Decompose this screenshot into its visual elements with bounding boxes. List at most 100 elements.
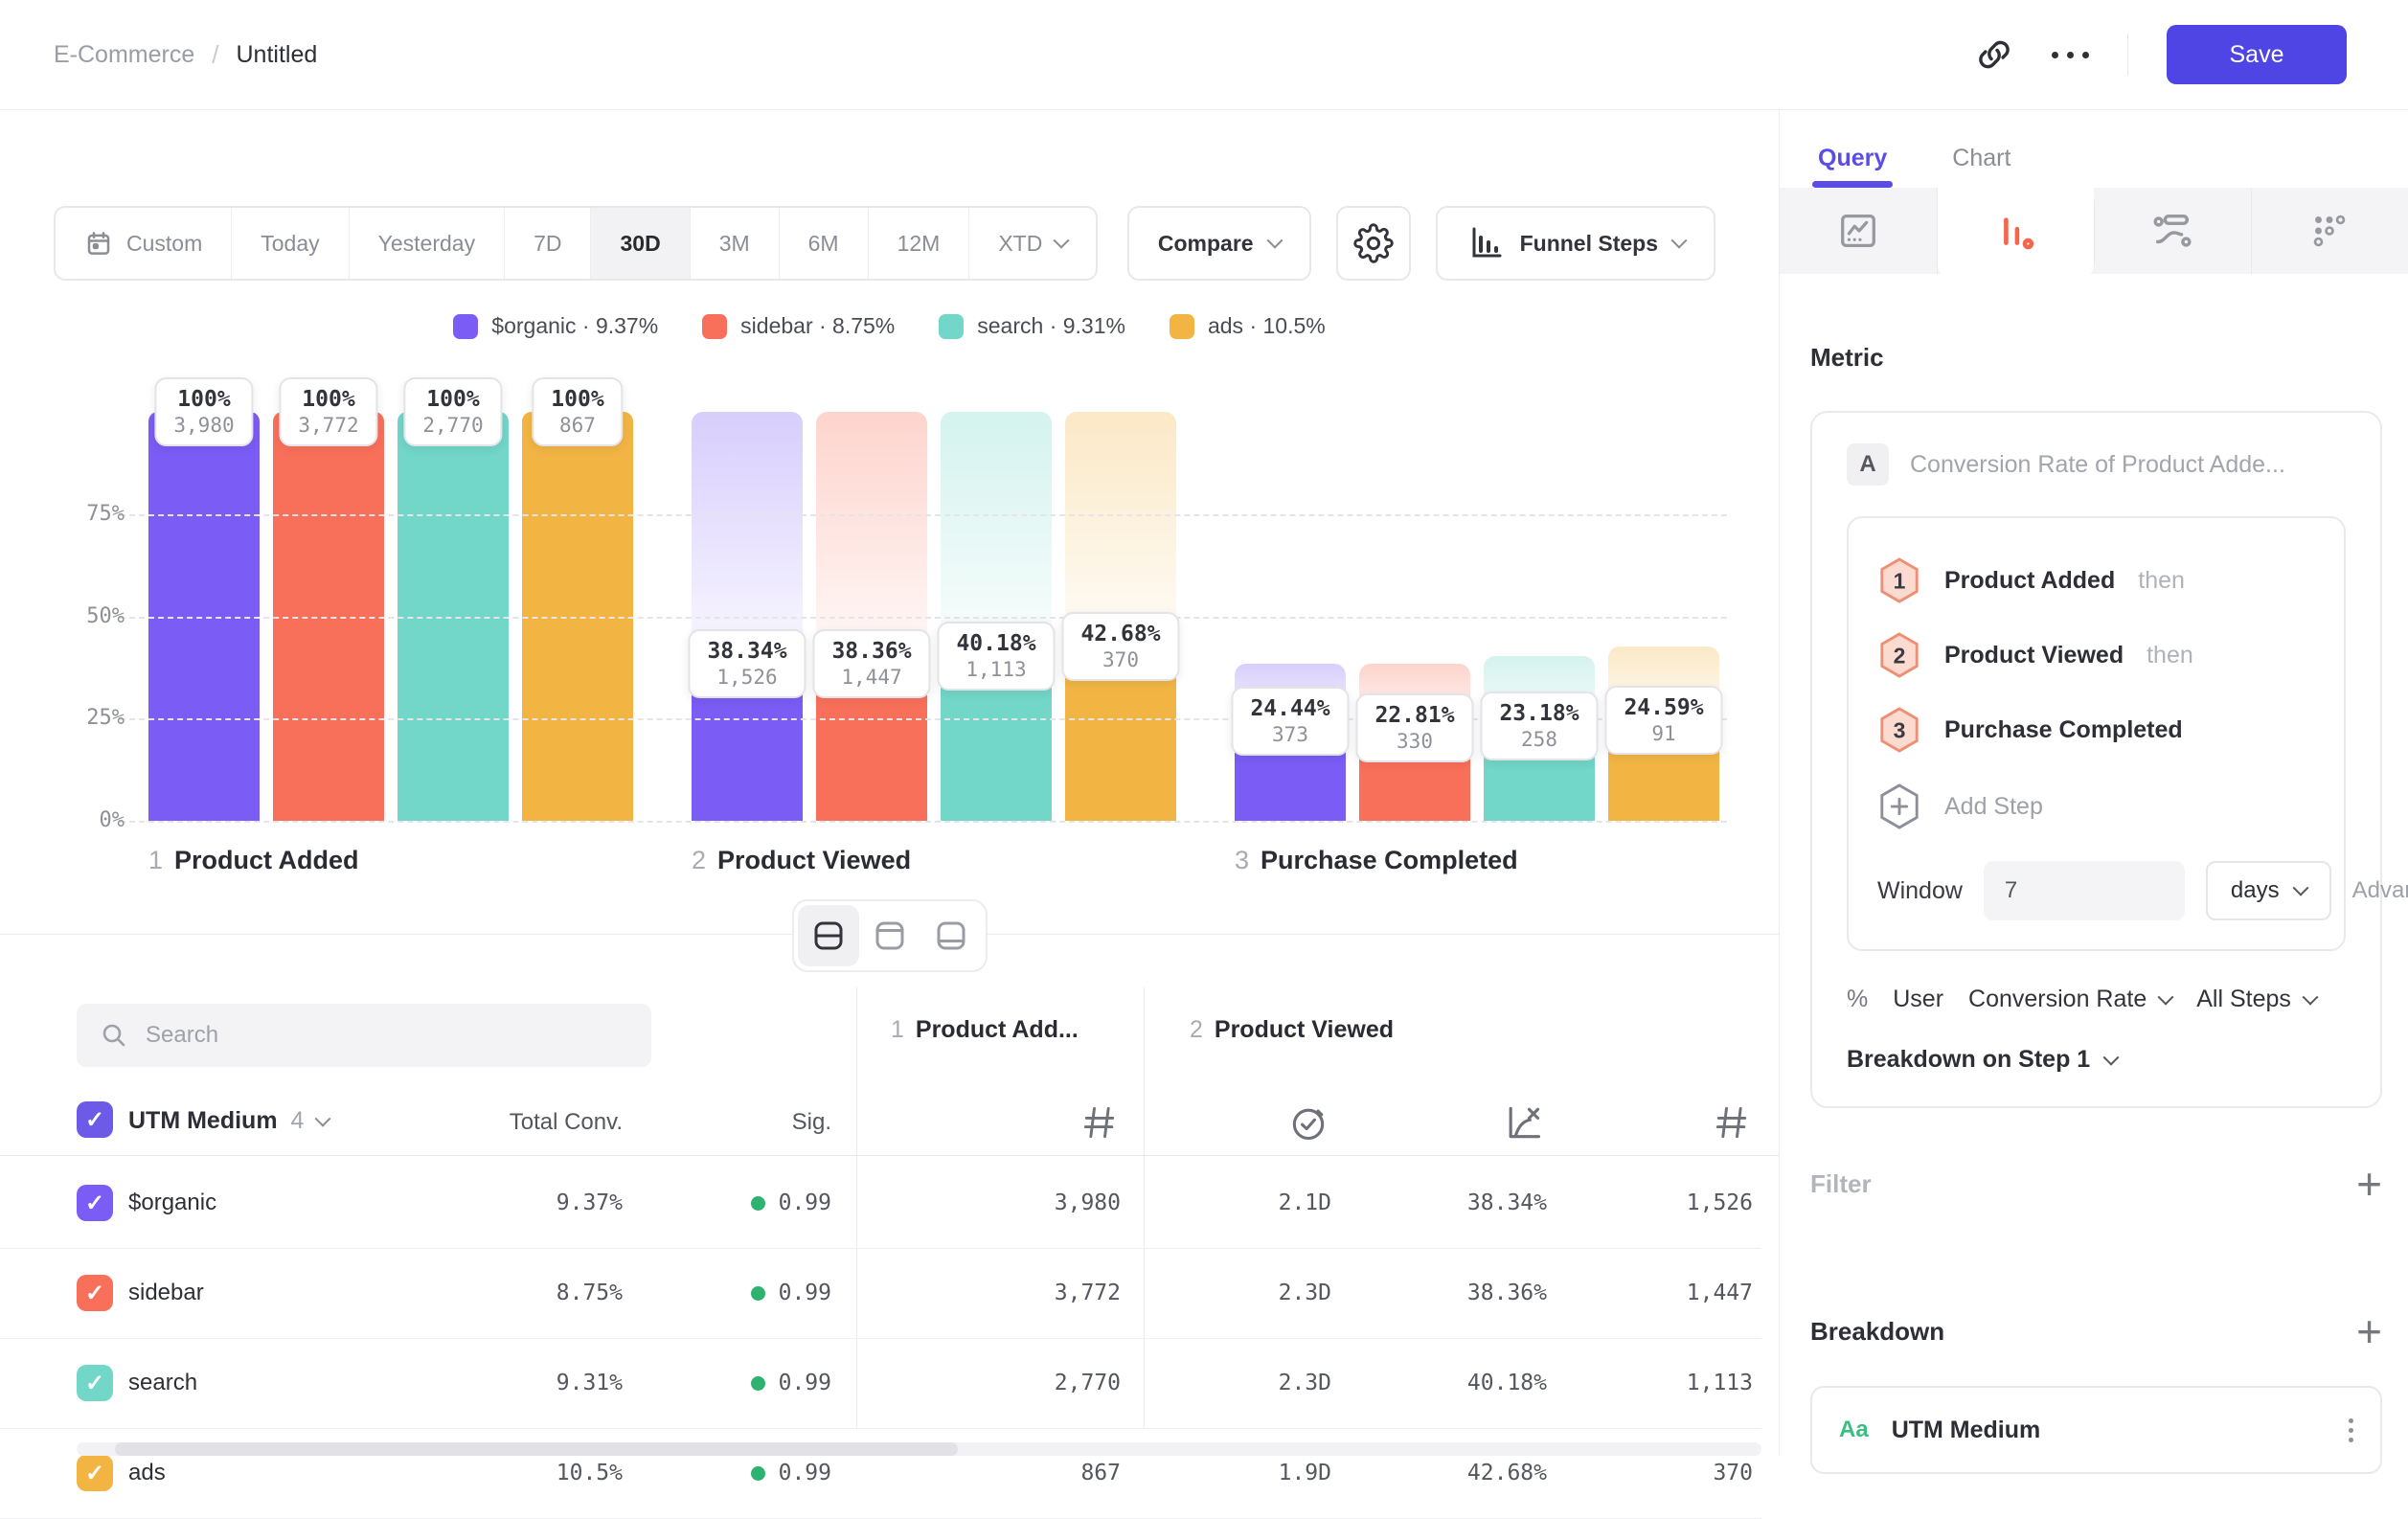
report-pane: Custom Today Yesterday 7D30D3M6M12MXTD Comp… — [0, 110, 1780, 1456]
cell-step1_count: 3,980 — [900, 1190, 1121, 1215]
cell-step2_count: 370 — [1566, 1461, 1753, 1485]
legend-label: search · 9.31% — [977, 313, 1125, 339]
share-link-button[interactable] — [1975, 35, 2013, 74]
cell-total_conv: 9.37% — [421, 1190, 623, 1215]
add-step-button[interactable]: Add Step — [1877, 767, 2315, 836]
funnel-steps-icon — [1466, 224, 1505, 262]
conversion-count: 258 — [1499, 728, 1579, 751]
total-conv-column-header[interactable]: Total Conv. — [421, 1109, 623, 1136]
funnel-bar-label: 42.68%370 — [1061, 612, 1179, 681]
report-type-retention[interactable] — [2252, 188, 2408, 274]
date-range-custom[interactable]: Custom — [56, 208, 231, 279]
row-name: ads — [128, 1460, 166, 1486]
funnel-bar-label: 38.34%1,526 — [688, 629, 806, 698]
cell-total_conv: 10.5% — [421, 1461, 623, 1485]
advanced-toggle[interactable]: Advanced — [2352, 877, 2408, 904]
breakdown-item[interactable]: Aa UTM Medium — [1810, 1386, 2382, 1474]
report-type-flows[interactable] — [2094, 188, 2252, 274]
step-hexagon-badge: 1 — [1877, 556, 1921, 604]
window-value-input[interactable] — [1984, 861, 2185, 920]
legend-item-search[interactable]: search · 9.31% — [939, 313, 1125, 339]
report-type-funnel[interactable] — [1938, 188, 2095, 280]
breakdown-on-select[interactable]: Breakdown on Step 1 — [1847, 1046, 2346, 1074]
chart-type-button[interactable]: Funnel Steps — [1436, 206, 1715, 281]
svg-text:2: 2 — [1894, 644, 1906, 669]
tab-chart[interactable]: Chart — [1952, 145, 2010, 188]
step-name: Product Viewed — [717, 846, 911, 875]
funnel-bar-label: 23.18%258 — [1480, 691, 1598, 760]
add-breakdown-button[interactable]: + — [2356, 1309, 2382, 1353]
metric-card: A Conversion Rate of Product Adde... 1Pr… — [1810, 411, 2382, 1108]
row-checkbox[interactable]: ✓ — [77, 1185, 113, 1221]
group-column-label[interactable]: UTM Medium — [128, 1107, 278, 1135]
breakdown-table: 1 Product Add... 2 Product Viewed ✓ UTM … — [0, 934, 1779, 1456]
date-range-today[interactable]: Today — [231, 208, 348, 279]
date-range-30d[interactable]: 30D — [590, 208, 689, 279]
date-range-label: Custom — [126, 231, 202, 257]
compare-button[interactable]: Compare — [1127, 206, 1311, 281]
breadcrumb-project[interactable]: E-Commerce — [54, 41, 194, 69]
date-range-label: Yesterday — [378, 231, 475, 257]
select-all-checkbox[interactable]: ✓ — [77, 1101, 113, 1138]
gridline-50 — [120, 617, 1727, 619]
chart-section: Custom Today Yesterday 7D30D3M6M12MXTD Comp… — [0, 110, 1779, 934]
legend-label: ads · 10.5% — [1208, 313, 1326, 339]
chevron-down-icon — [2292, 880, 2308, 896]
breadcrumb-page[interactable]: Untitled — [236, 41, 317, 69]
metric-step-3[interactable]: 3Purchase Completed — [1877, 692, 2315, 767]
filter-section: Filter + — [1810, 1162, 2382, 1206]
table-header-row: ✓ UTM Medium 4 Total Conv. Sig. — [0, 1088, 1779, 1155]
layout-split-button[interactable] — [798, 905, 859, 966]
add-filter-button[interactable]: + — [2356, 1162, 2382, 1206]
legend-item-ads[interactable]: ads · 10.5% — [1170, 313, 1326, 339]
legend-item-sidebar[interactable]: sidebar · 8.75% — [702, 313, 895, 339]
report-type-trend[interactable] — [1780, 188, 1938, 274]
tab-query[interactable]: Query — [1818, 145, 1887, 188]
metric-step-1[interactable]: 1Product Addedthen — [1877, 543, 2315, 618]
layout-table-only-button[interactable] — [920, 905, 982, 966]
measure-scope-select[interactable]: All Steps — [2196, 986, 2316, 1013]
breakdown-section: Breakdown + — [1810, 1309, 2382, 1353]
table-row-search[interactable]: ✓search9.31%0.992,7702.3D40.18%1,113 — [0, 1338, 1779, 1428]
date-range-3m[interactable]: 3M — [690, 208, 779, 279]
save-button[interactable]: Save — [2167, 25, 2347, 84]
date-range-xtd[interactable]: XTD — [968, 208, 1096, 279]
table-row-sidebar[interactable]: ✓sidebar8.75%0.993,7722.3D38.36%1,447 — [0, 1248, 1779, 1338]
conversion-pct: 40.18% — [956, 631, 1035, 656]
conversion-pct: 42.68% — [1080, 622, 1160, 646]
date-range-yesterday[interactable]: Yesterday — [349, 208, 504, 279]
breakdown-heading: Breakdown — [1810, 1317, 1944, 1347]
search-input[interactable] — [146, 1022, 628, 1049]
significance-dot — [751, 1196, 765, 1211]
conversion-count: 867 — [551, 414, 603, 437]
date-range-7d[interactable]: 7D — [504, 208, 590, 279]
metric-step-2[interactable]: 2Product Viewedthen — [1877, 618, 2315, 692]
metric-title[interactable]: Conversion Rate of Product Adde... — [1910, 451, 2285, 479]
layout-toggle — [792, 899, 988, 972]
chart-legend: $organic · 9.37% sidebar · 8.75% search · … — [0, 313, 1779, 339]
date-range-6m[interactable]: 6M — [779, 208, 868, 279]
measure-entity[interactable]: User — [1893, 986, 1943, 1013]
conversion-count: 3,980 — [173, 414, 234, 437]
table-header-border — [0, 1155, 1779, 1156]
row-checkbox[interactable]: ✓ — [77, 1275, 113, 1311]
chevron-down-icon — [1054, 233, 1070, 249]
y-axis-tick: 50% — [34, 604, 125, 628]
legend-item-organic[interactable]: $organic · 9.37% — [453, 313, 658, 339]
row-checkbox[interactable]: ✓ — [77, 1455, 113, 1491]
count-icon — [1711, 1101, 1753, 1144]
measure-metric-select[interactable]: Conversion Rate — [1968, 986, 2171, 1013]
sig-column-header[interactable]: Sig. — [632, 1109, 831, 1136]
window-unit-select[interactable]: days — [2206, 861, 2331, 920]
layout-chart-only-button[interactable] — [859, 905, 920, 966]
funnel-bar-ads-step2[interactable]: 42.68%370 — [1065, 412, 1176, 821]
table-row-organic[interactable]: ✓$organic9.37%0.993,9802.1D38.34%1,526 — [0, 1158, 1779, 1248]
kebab-menu-icon[interactable] — [2349, 1418, 2353, 1442]
table-scrollbar[interactable] — [77, 1442, 1761, 1456]
more-actions-button[interactable] — [2052, 52, 2089, 58]
date-range-12m[interactable]: 12M — [868, 208, 969, 279]
cell-step2_pct: 42.68% — [1351, 1461, 1547, 1485]
row-checkbox[interactable]: ✓ — [77, 1365, 113, 1401]
chart-settings-button[interactable] — [1336, 206, 1411, 281]
chevron-down-icon[interactable] — [315, 1110, 331, 1126]
